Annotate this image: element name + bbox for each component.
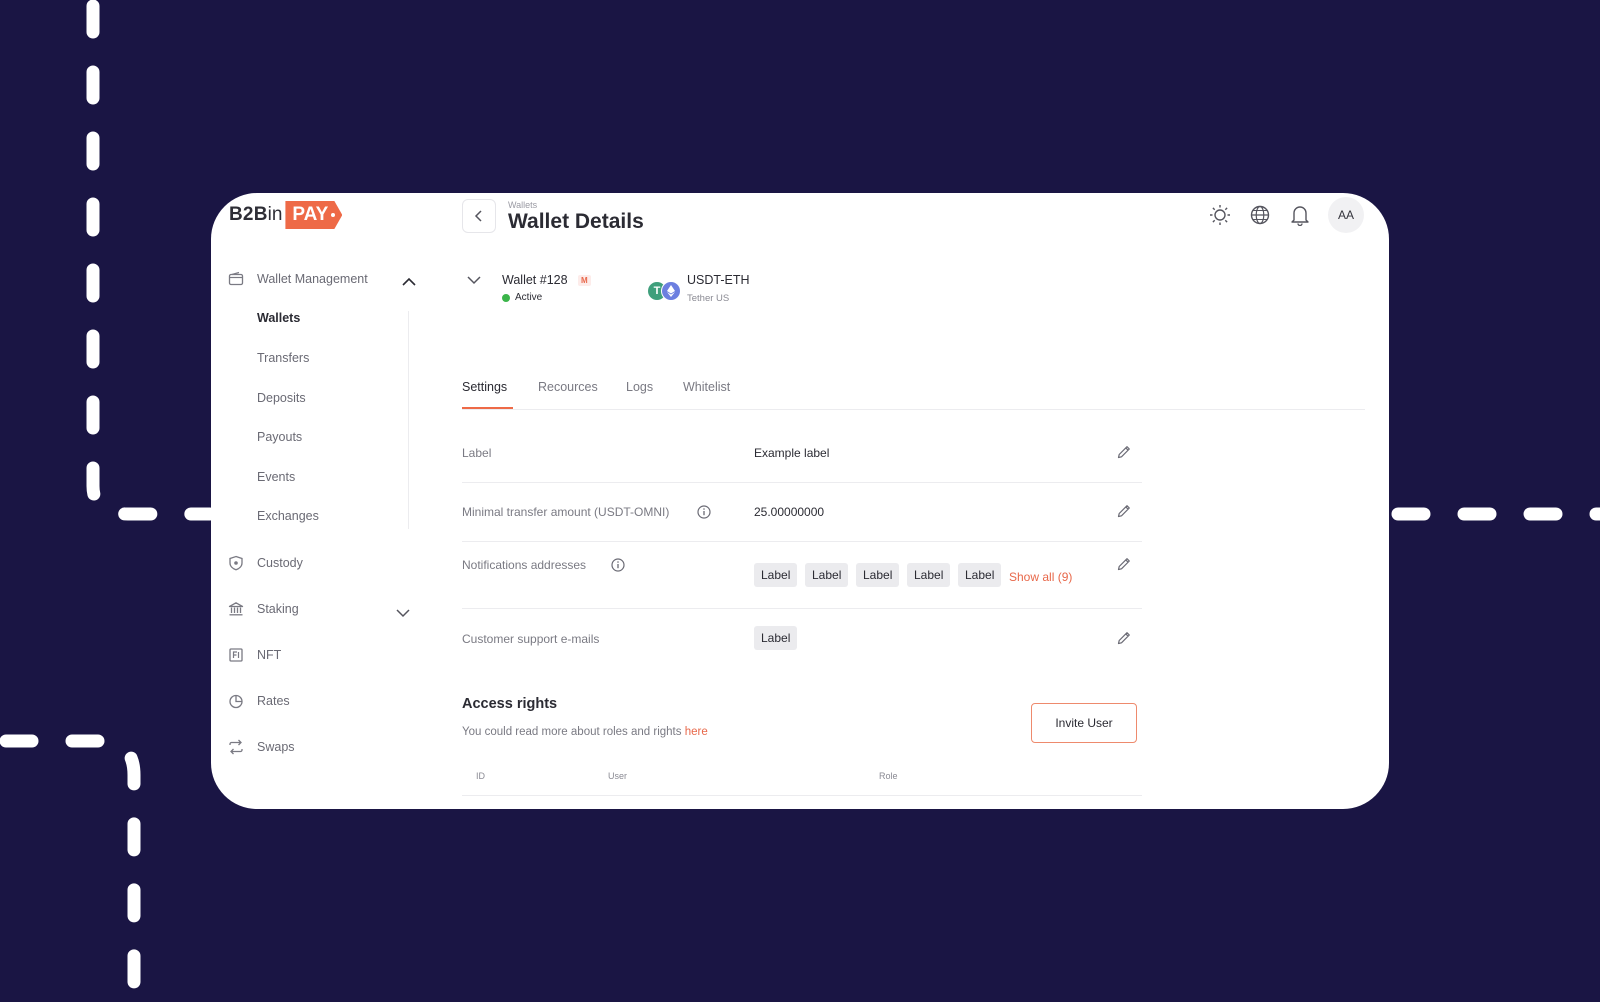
label-row-key: Label bbox=[462, 446, 492, 460]
notifications-row-key: Notifications addresses bbox=[462, 558, 587, 572]
chevron-up-icon[interactable] bbox=[402, 274, 416, 292]
sidebar-item-nft[interactable]: NFT bbox=[227, 646, 281, 664]
bank-icon bbox=[227, 600, 245, 618]
support-emails-row-key: Customer support e-mails bbox=[462, 632, 600, 646]
shield-icon bbox=[227, 554, 245, 572]
status-dot bbox=[502, 294, 510, 302]
wallet-badge: M bbox=[578, 275, 591, 286]
page-title: Wallet Details bbox=[508, 210, 644, 233]
access-rights-text: You could read more about roles and righ… bbox=[462, 726, 682, 738]
label-row-value: Example label bbox=[754, 446, 830, 460]
sidebar-item-transfers[interactable]: Transfers bbox=[257, 351, 309, 365]
logo: B2B in PAY bbox=[229, 200, 343, 230]
sidebar-item-wallets[interactable]: Wallets bbox=[257, 311, 300, 325]
submenu-divider bbox=[408, 311, 409, 529]
row-divider bbox=[462, 608, 1142, 609]
edit-notifications-icon[interactable] bbox=[1116, 556, 1132, 577]
currency-name: Tether US bbox=[687, 293, 730, 304]
sidebar-item-rates[interactable]: Rates bbox=[227, 692, 290, 710]
chevron-left-icon bbox=[474, 210, 482, 222]
tab-logs[interactable]: Logs bbox=[626, 380, 653, 394]
sidebar-item-label: NFT bbox=[257, 648, 282, 662]
tab-whitelist[interactable]: Whitelist bbox=[683, 380, 730, 394]
user-avatar[interactable]: AA bbox=[1328, 197, 1364, 233]
nft-icon bbox=[227, 646, 245, 664]
show-all-link[interactable]: Show all (9) bbox=[1009, 570, 1072, 584]
status-badge: Active bbox=[515, 292, 543, 303]
sidebar-item-events[interactable]: Events bbox=[257, 470, 295, 484]
sidebar-item-label: Staking bbox=[257, 602, 299, 616]
bell-icon[interactable] bbox=[1288, 203, 1312, 227]
swap-icon bbox=[227, 738, 245, 756]
column-header-id[interactable]: ID bbox=[476, 771, 485, 781]
logo-text-in: in bbox=[267, 204, 283, 225]
min-transfer-row-key: Minimal transfer amount (USDT-OMNI) bbox=[462, 505, 670, 519]
logo-text-b2b: B2B bbox=[229, 204, 268, 225]
notification-address-chip[interactable]: Label bbox=[754, 563, 798, 587]
sidebar-item-swaps[interactable]: Swaps bbox=[227, 738, 295, 756]
roles-help-link[interactable]: here bbox=[685, 726, 708, 738]
currency-pair: USDT-ETH bbox=[687, 273, 750, 287]
edit-support-emails-icon[interactable] bbox=[1116, 630, 1132, 651]
tabs-divider bbox=[462, 409, 1365, 410]
globe-icon[interactable] bbox=[1248, 203, 1272, 227]
chevron-down-icon[interactable] bbox=[396, 605, 410, 623]
sidebar-item-staking[interactable]: Staking bbox=[227, 600, 299, 618]
sun-icon[interactable] bbox=[1208, 203, 1232, 227]
column-header-role[interactable]: Role bbox=[879, 771, 898, 781]
app-window: B2B in PAY Wallets Wallet Details AA Wal… bbox=[211, 193, 1389, 809]
row-divider bbox=[462, 541, 1142, 542]
info-icon[interactable] bbox=[611, 558, 625, 577]
wallet-icon bbox=[227, 270, 245, 288]
logo-text-pay: PAY bbox=[292, 204, 329, 225]
invite-user-button[interactable]: Invite User bbox=[1031, 703, 1137, 743]
sidebar-item-label: Wallet Management bbox=[257, 272, 368, 286]
chevron-down-icon[interactable] bbox=[467, 272, 481, 290]
sidebar-item-payouts[interactable]: Payouts bbox=[257, 430, 302, 444]
column-header-user[interactable]: User bbox=[608, 771, 627, 781]
sidebar-item-exchanges[interactable]: Exchanges bbox=[257, 509, 319, 523]
access-rights-description: You could read more about roles and righ… bbox=[462, 726, 708, 738]
active-tab-indicator bbox=[462, 407, 513, 409]
sidebar-item-wallet-management[interactable]: Wallet Management bbox=[227, 270, 368, 288]
min-transfer-row-value: 25.00000000 bbox=[754, 505, 825, 519]
sidebar-item-custody[interactable]: Custody bbox=[227, 554, 303, 572]
logo-pay-tag: PAY bbox=[285, 201, 343, 229]
sidebar-item-deposits[interactable]: Deposits bbox=[257, 391, 306, 405]
notification-address-chip[interactable]: Label bbox=[856, 563, 900, 587]
logo-dot bbox=[331, 213, 336, 217]
back-button[interactable] bbox=[462, 199, 496, 233]
support-email-chip[interactable]: Label bbox=[754, 626, 798, 650]
breadcrumb[interactable]: Wallets bbox=[508, 200, 537, 210]
table-header-divider bbox=[462, 795, 1142, 796]
sidebar-item-label: Custody bbox=[257, 556, 303, 570]
notification-address-chip[interactable]: Label bbox=[805, 563, 849, 587]
pie-chart-icon bbox=[227, 692, 245, 710]
info-icon[interactable] bbox=[697, 505, 711, 524]
sidebar-item-label: Swaps bbox=[257, 740, 295, 754]
ethereum-icon bbox=[661, 281, 681, 301]
tab-recources[interactable]: Recources bbox=[538, 380, 598, 394]
notification-address-chip[interactable]: Label bbox=[958, 563, 1002, 587]
tab-settings[interactable]: Settings bbox=[462, 380, 507, 394]
notification-address-chip[interactable]: Label bbox=[907, 563, 951, 587]
edit-min-transfer-icon[interactable] bbox=[1116, 503, 1132, 524]
edit-label-icon[interactable] bbox=[1116, 444, 1132, 465]
access-rights-title: Access rights bbox=[462, 696, 558, 712]
wallet-name: Wallet #128 bbox=[502, 273, 568, 287]
sidebar-item-label: Rates bbox=[257, 694, 290, 708]
row-divider bbox=[462, 482, 1142, 483]
